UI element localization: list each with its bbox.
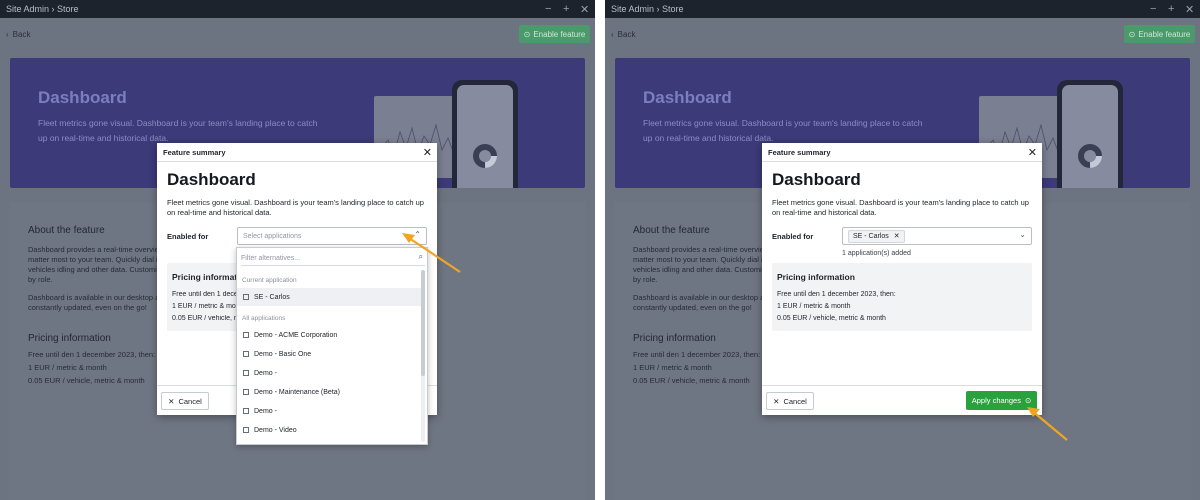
- checkbox[interactable]: [243, 408, 249, 414]
- checkbox[interactable]: [243, 370, 249, 376]
- selected-app-chip: SE - Carlos ✕: [848, 229, 905, 243]
- chevron-left-icon: ‹: [611, 29, 614, 39]
- pricing-box: Pricing information Free until den 1 dec…: [167, 263, 248, 331]
- highlight-arrow-icon: [1027, 407, 1068, 441]
- title-bar: Site Admin › Store − + ✕: [0, 0, 595, 18]
- checkbox[interactable]: [243, 294, 249, 300]
- close-window-icon[interactable]: ✕: [580, 0, 589, 18]
- close-window-icon[interactable]: ✕: [1185, 0, 1194, 18]
- back-button[interactable]: ‹ Back: [6, 28, 30, 40]
- enabled-for-label: Enabled for: [167, 232, 209, 241]
- chevron-down-icon: ⌄: [1019, 230, 1026, 239]
- enable-feature-button[interactable]: ⊙ Enable feature: [1124, 25, 1195, 43]
- modal-description: Fleet metrics gone visual. Dashboard is …: [167, 198, 424, 217]
- phone-illustration: [1057, 80, 1123, 188]
- dropdown-option[interactable]: SE - Carlos: [237, 288, 422, 306]
- check-circle-icon: ⊙: [523, 29, 531, 39]
- dropdown-option[interactable]: Demo - Video: [237, 421, 422, 439]
- modal-header: Feature summary: [157, 143, 437, 162]
- dropdown-option[interactable]: Demo -: [237, 402, 422, 420]
- back-button[interactable]: ‹ Back: [611, 28, 635, 40]
- hero-title: Dashboard: [38, 88, 127, 107]
- all-applications-group: All applications: [242, 315, 286, 322]
- donut-chart-illustration: [473, 144, 497, 168]
- checkbox[interactable]: [243, 351, 249, 357]
- right-window: Site Admin › Store − + ✕ ‹ Back ⊙ Enable…: [605, 0, 1200, 500]
- pricing-section-title: Pricing information: [633, 333, 716, 344]
- applications-select[interactable]: SE - Carlos ✕ ⌄: [842, 227, 1032, 245]
- scrollbar-thumb[interactable]: [421, 270, 425, 376]
- pricing-line: 1 EUR / metric & month: [633, 363, 712, 372]
- close-icon[interactable]: ✕: [1028, 146, 1037, 159]
- checkbox[interactable]: [243, 427, 249, 433]
- pricing-line: 1 EUR / metric & month: [28, 363, 107, 372]
- title-bar: Site Admin › Store − + ✕: [605, 0, 1200, 18]
- minimize-icon[interactable]: −: [1150, 0, 1156, 18]
- pricing-line: Free until den 1 december 2023, then:: [777, 291, 896, 298]
- pricing-line: 1 EUR / metric & month: [777, 303, 851, 310]
- pricing-line: Free until den 1 december 2023, then:: [633, 350, 761, 359]
- pricing-title: Pricing information: [777, 272, 855, 282]
- highlight-arrow-icon: [402, 233, 461, 273]
- check-circle-icon: ⊙: [1128, 29, 1136, 39]
- modal-title: Dashboard: [772, 170, 861, 189]
- window-title: Site Admin › Store: [611, 4, 684, 14]
- remove-chip-icon[interactable]: ✕: [894, 232, 900, 240]
- checkbox[interactable]: [243, 332, 249, 338]
- chevron-left-icon: ‹: [6, 29, 9, 39]
- maximize-icon[interactable]: +: [1168, 0, 1174, 18]
- pricing-line: 0.05 EUR / vehicle, metric & month: [777, 315, 886, 322]
- modal-footer: ✕ Cancel Apply changes ⊙: [762, 385, 1042, 415]
- x-icon: ✕: [773, 396, 780, 406]
- enabled-for-label: Enabled for: [772, 232, 814, 241]
- checkbox[interactable]: [243, 389, 249, 395]
- applications-dropdown: Filter alternatives... ⌕ Current applica…: [236, 247, 428, 445]
- pricing-line: Free until den 1 december 2023, then:: [28, 350, 156, 359]
- dropdown-option[interactable]: Demo -: [237, 364, 422, 382]
- about-title: About the feature: [28, 225, 105, 236]
- modal-description: Fleet metrics gone visual. Dashboard is …: [772, 198, 1029, 217]
- enable-feature-button[interactable]: ⊙ Enable feature: [519, 25, 590, 43]
- hero-subtitle: Fleet metrics gone visual. Dashboard is …: [643, 118, 923, 143]
- about-title: About the feature: [633, 225, 710, 236]
- minimize-icon[interactable]: −: [545, 0, 551, 18]
- modal-title: Dashboard: [167, 170, 256, 189]
- added-count-note: 1 application(s) added: [842, 250, 911, 257]
- pricing-box: Pricing information Free until den 1 dec…: [772, 263, 1032, 331]
- phone-illustration: [452, 80, 518, 188]
- hero-title: Dashboard: [643, 88, 732, 107]
- pricing-line: 0.05 EUR / vehicle, metric & month: [633, 376, 750, 385]
- modal-header: Feature summary: [762, 143, 1042, 162]
- pricing-section-title: Pricing information: [28, 333, 111, 344]
- maximize-icon[interactable]: +: [563, 0, 569, 18]
- dropdown-option[interactable]: Demo - Maintenance (Beta): [237, 383, 422, 401]
- pricing-line: 0.05 EUR / vehicle, metric & month: [28, 376, 145, 385]
- left-window: Site Admin › Store − + ✕ ‹ Back ⊙ Enable…: [0, 0, 595, 500]
- current-application-group: Current application: [242, 277, 297, 284]
- feature-summary-modal: Feature summary ✕ Dashboard Fleet metric…: [762, 143, 1042, 415]
- window-title: Site Admin › Store: [6, 4, 79, 14]
- cancel-button[interactable]: ✕ Cancel: [161, 392, 209, 410]
- dropdown-option[interactable]: Demo - Basic One: [237, 345, 422, 363]
- donut-chart-illustration: [1078, 144, 1102, 168]
- cancel-button[interactable]: ✕ Cancel: [766, 392, 814, 410]
- screenshot-root: Site Admin › Store − + ✕ ‹ Back ⊙ Enable…: [0, 0, 1200, 500]
- hero-subtitle: Fleet metrics gone visual. Dashboard is …: [38, 118, 318, 143]
- dropdown-option[interactable]: Demo - ACME Corporation: [237, 326, 422, 344]
- close-icon[interactable]: ✕: [423, 146, 432, 159]
- x-icon: ✕: [168, 396, 175, 406]
